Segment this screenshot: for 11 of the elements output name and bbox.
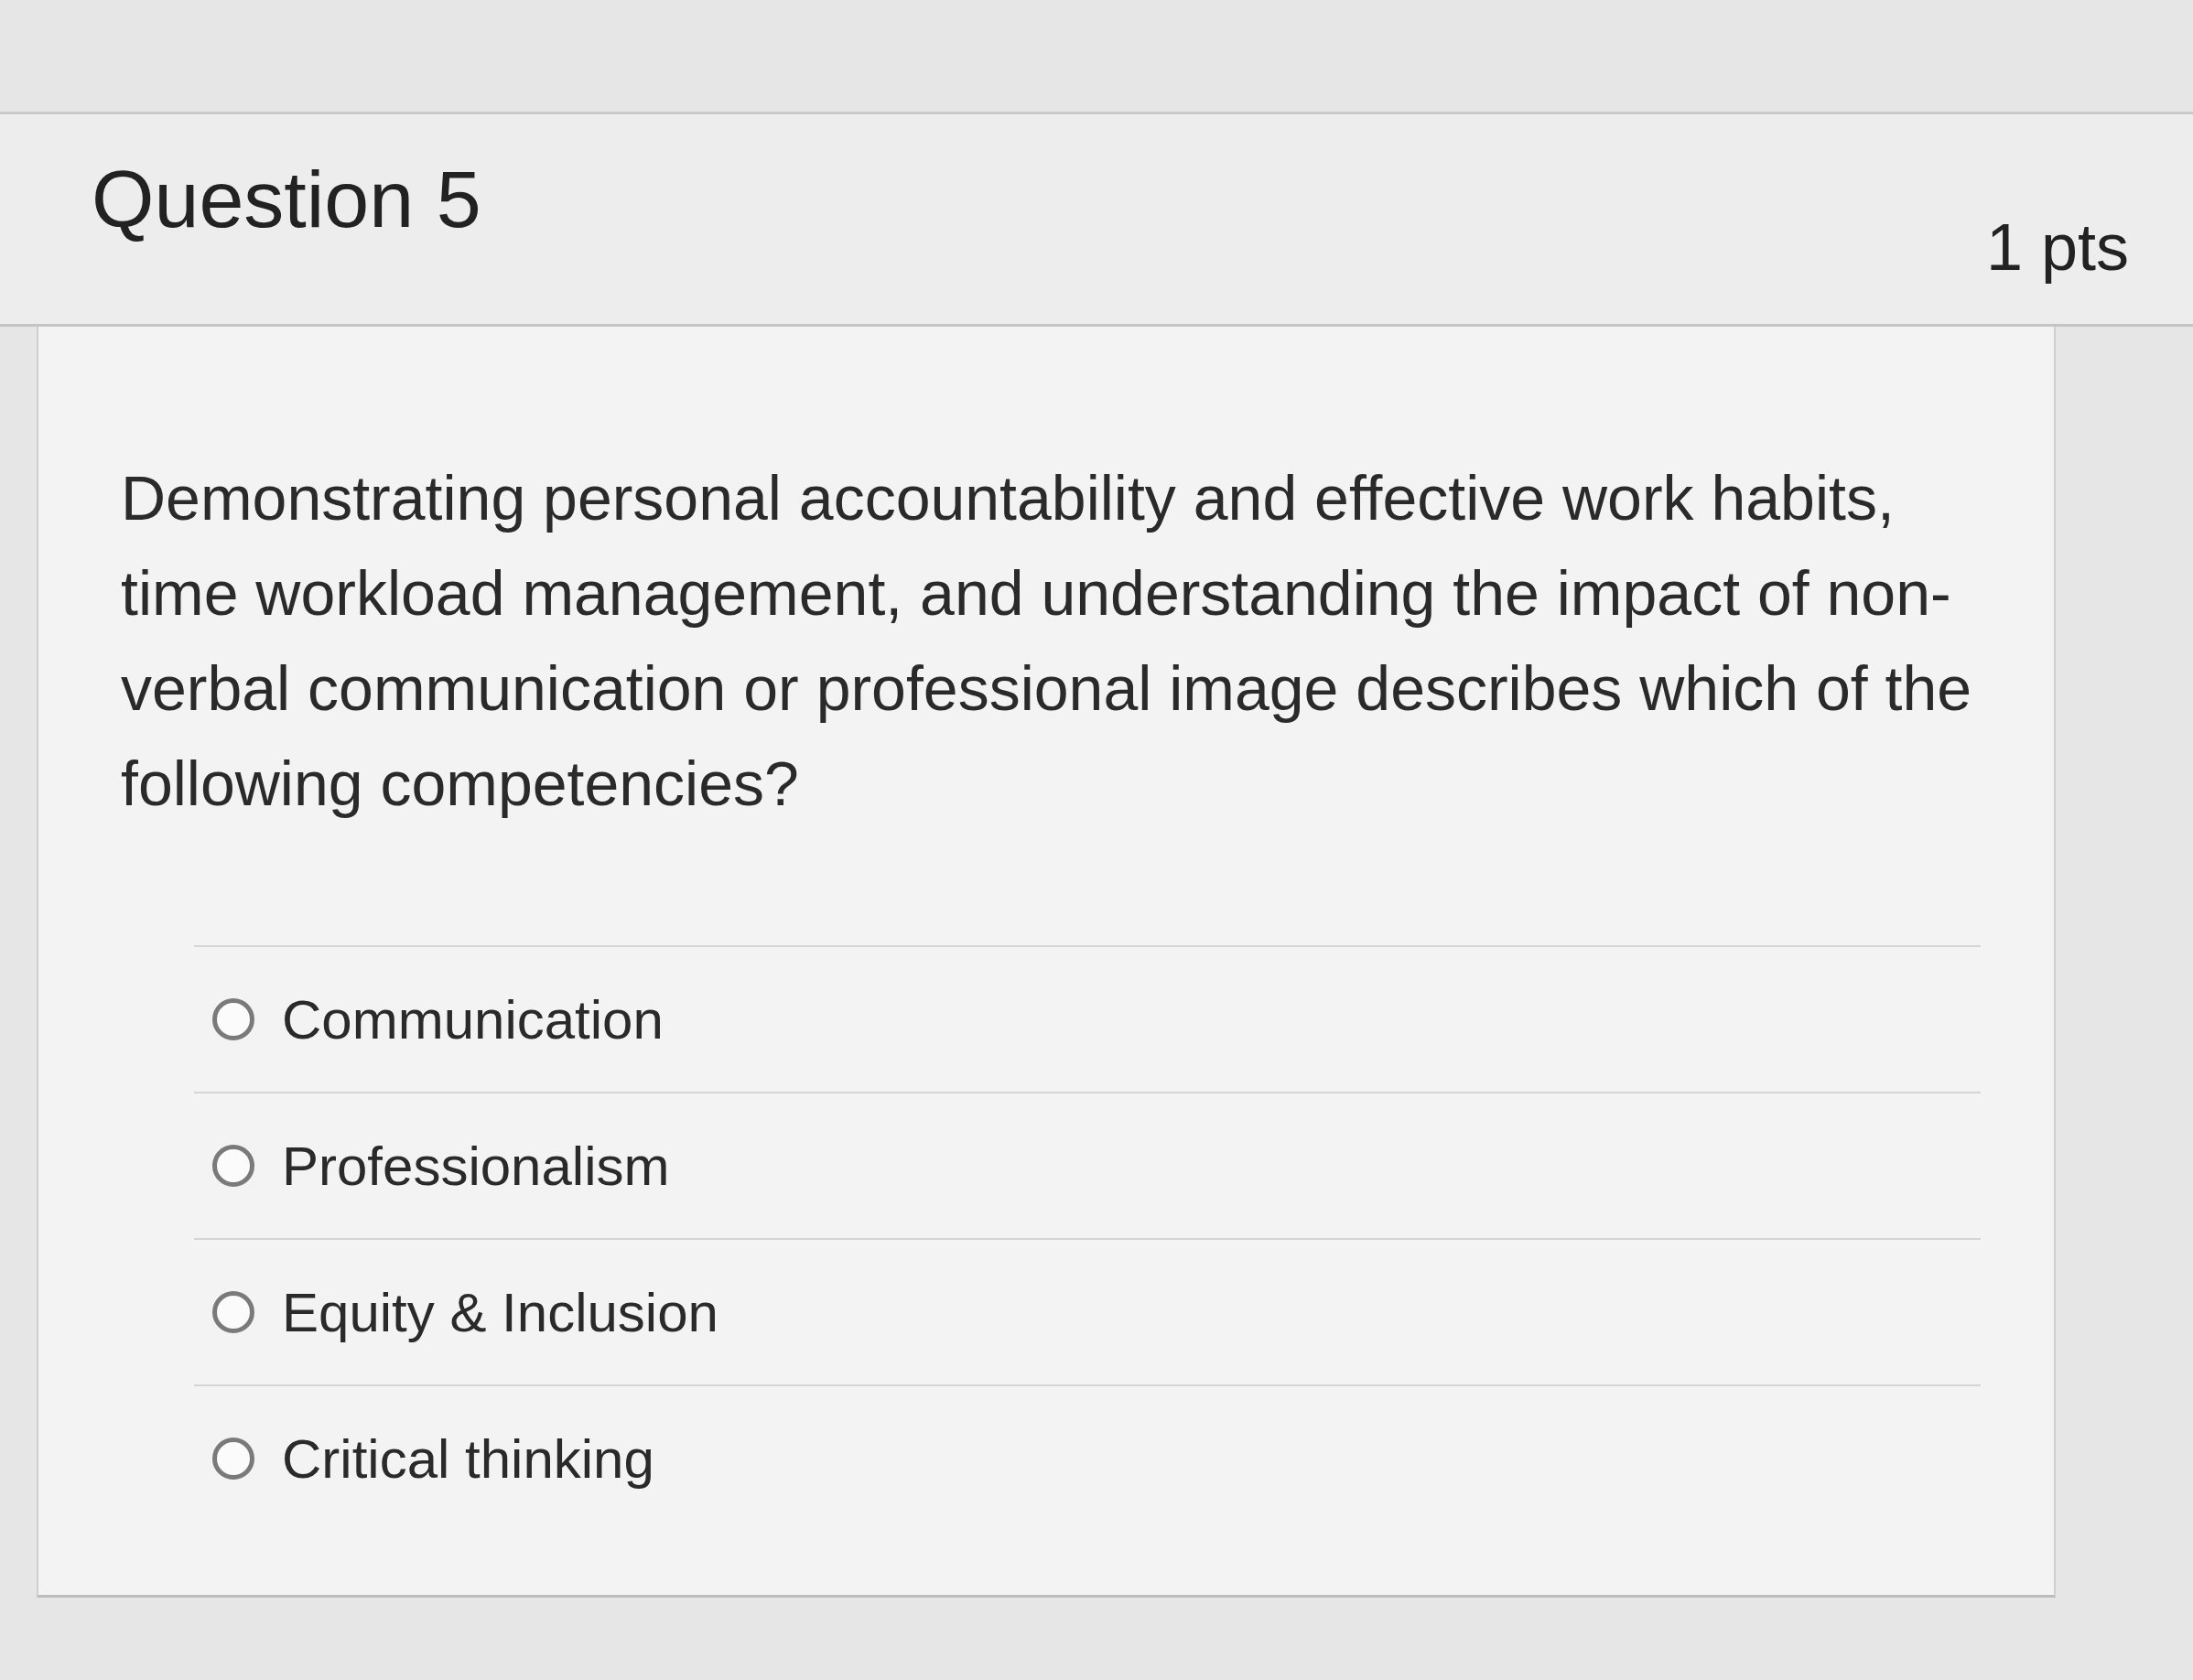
radio-button[interactable]: [212, 1291, 254, 1333]
radio-button[interactable]: [212, 998, 254, 1040]
question-text: Demonstrating personal accountability and effective work habits, time workload management, and understanding the impact of non-verbal communication or professional image describes which of the following competencies?: [121, 462, 1973, 820]
answer-label[interactable]: Equity & Inclusion: [282, 1280, 718, 1344]
points-label: 1 pts: [1985, 209, 2129, 285]
answer-label[interactable]: Communication: [282, 987, 664, 1051]
radio-button[interactable]: [212, 1145, 254, 1187]
radio-button[interactable]: [212, 1438, 254, 1480]
answer-label[interactable]: Professionalism: [282, 1134, 670, 1198]
question-title: Question 5: [92, 152, 481, 246]
answer-label[interactable]: Critical thinking: [282, 1427, 654, 1491]
